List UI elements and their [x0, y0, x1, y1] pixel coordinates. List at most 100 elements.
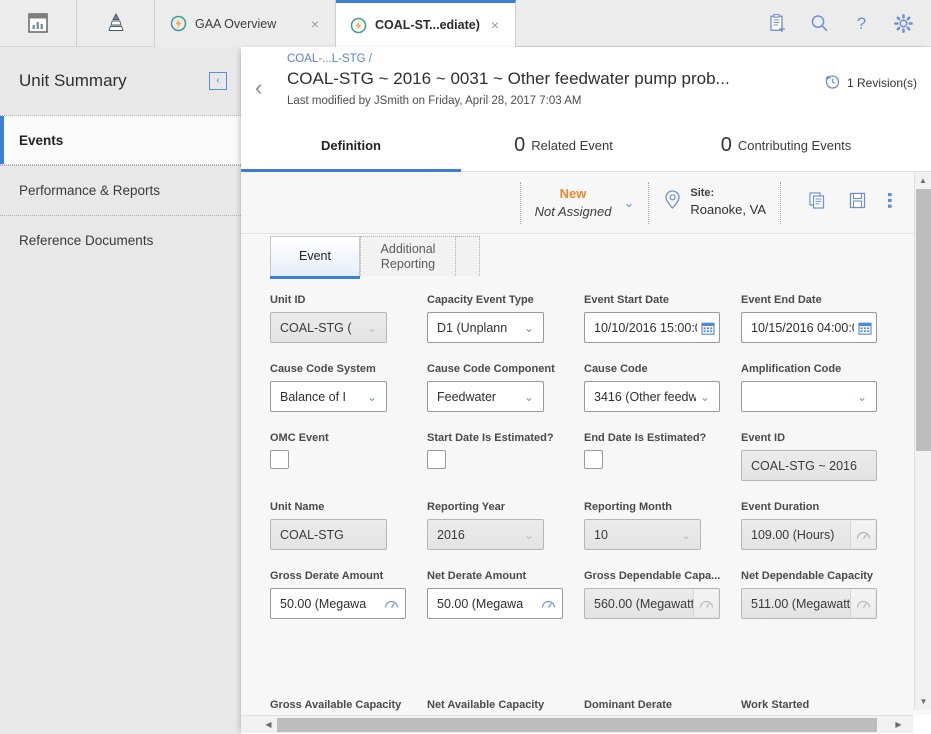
event-start-date-input[interactable]: 10/10/2016 15:00:00 — [584, 312, 720, 343]
start-date-estimated-checkbox[interactable] — [427, 450, 446, 469]
copy-icon[interactable] — [807, 190, 828, 216]
capacity-event-type-select[interactable]: D1 (Unplann ⌄ — [427, 312, 544, 343]
field-value: COAL-STG ( — [280, 320, 352, 335]
settings-icon[interactable] — [891, 11, 915, 35]
event-id-input[interactable]: COAL-STG ~ 2016 — [741, 450, 877, 481]
collapse-sidebar-button[interactable]: ‹ — [209, 72, 227, 90]
field-value: 2016 — [437, 527, 465, 542]
search-icon[interactable] — [807, 11, 831, 35]
chevron-down-icon[interactable]: ⌄ — [623, 195, 634, 211]
tab-related-event[interactable]: 0 Related Event — [461, 119, 666, 172]
chevron-down-icon[interactable]: ⌄ — [696, 390, 719, 404]
field-value: 10/10/2016 15:00:00 — [594, 320, 697, 335]
field-gross-derate-amount: Gross Derate Amount 50.00 (Megawa — [270, 570, 427, 619]
save-icon[interactable] — [847, 190, 868, 216]
record-status-bar: New Not Assigned ⌄ Site: Roanoke, VA — [241, 172, 931, 234]
sidebar-item-label: Performance & Reports — [19, 183, 161, 198]
last-modified-text: Last modified by JSmith on Friday, April… — [287, 95, 582, 107]
sub-tab-overflow[interactable] — [456, 236, 480, 276]
divider — [648, 181, 650, 224]
gross-dependable-capacity-input[interactable]: 560.00 (Megawatt — [584, 588, 720, 619]
tab-contributing-events[interactable]: 0 Contributing Events — [666, 119, 906, 172]
bolt-circle-icon — [170, 15, 187, 32]
calendar-icon[interactable] — [697, 321, 719, 335]
help-icon[interactable]: ? — [849, 11, 873, 35]
sidebar-header: Unit Summary ‹ — [0, 47, 241, 115]
net-dependable-capacity-input[interactable]: 511.00 (Megawatt — [741, 588, 877, 619]
sub-tab-line-2: Reporting — [380, 256, 436, 271]
vertical-scrollbar[interactable]: ▲ ▼ — [914, 172, 931, 710]
top-bar-actions: ? — [765, 0, 923, 46]
close-icon[interactable]: × — [489, 18, 501, 32]
chevron-down-icon[interactable]: ⌄ — [853, 390, 876, 404]
close-icon[interactable]: × — [309, 17, 321, 31]
left-sidebar: Unit Summary ‹ Events Performance & Repo… — [0, 47, 241, 734]
unit-gauge-icon[interactable] — [693, 590, 718, 617]
unit-gauge-icon[interactable] — [536, 590, 561, 617]
more-options-icon[interactable] — [887, 191, 893, 215]
unit-id-select[interactable]: COAL-STG ( ⌄ — [270, 312, 387, 343]
tab-definition[interactable]: Definition — [241, 119, 461, 173]
unit-gauge-icon[interactable] — [379, 590, 404, 617]
record-actions — [807, 190, 893, 216]
field-label: Dominant Derate — [584, 699, 673, 711]
field-omc-event: OMC Event — [270, 432, 427, 481]
sub-tab-additional-reporting[interactable]: Additional Reporting — [360, 236, 456, 276]
scroll-left-arrow-icon[interactable]: ◀ — [260, 716, 277, 733]
calendar-icon[interactable] — [854, 321, 876, 335]
omc-event-checkbox[interactable] — [270, 450, 289, 469]
sub-tab-event[interactable]: Event — [270, 236, 360, 279]
field-label: Event ID — [741, 432, 786, 444]
back-button[interactable]: ‹ — [255, 77, 262, 99]
cause-code-component-select[interactable]: Feedwater ⌄ — [427, 381, 544, 412]
amplification-code-select[interactable]: ⌄ — [741, 381, 877, 412]
cause-code-select[interactable]: 3416 (Other feedwa ⌄ — [584, 381, 720, 412]
partial-field-labels-row: Gross Available Capacity Net Available C… — [270, 699, 890, 711]
tab-coal-st-intermediate[interactable]: COAL-ST...ediate) × — [336, 0, 516, 47]
cause-code-system-select[interactable]: Balance of I ⌄ — [270, 381, 387, 412]
event-duration-input[interactable]: 109.00 (Hours) — [741, 519, 877, 550]
event-end-date-input[interactable]: 10/15/2016 04:00:00 — [741, 312, 877, 343]
horizontal-scrollbar[interactable]: ◀ ▶ — [241, 715, 931, 733]
chevron-down-icon[interactable]: ⌄ — [520, 390, 543, 404]
tab-gaa-overview[interactable]: GAA Overview × — [156, 0, 336, 47]
contributing-events-count: 0 — [720, 133, 732, 156]
breadcrumb[interactable]: COAL-...L-STG / — [287, 53, 372, 65]
end-date-estimated-checkbox[interactable] — [584, 450, 603, 469]
scroll-down-arrow-icon[interactable]: ▼ — [915, 693, 931, 710]
status-badge[interactable]: New Not Assigned — [535, 185, 612, 220]
reporting-year-select[interactable]: 2016 ⌄ — [427, 519, 544, 550]
pyramid-hierarchy-icon[interactable] — [78, 0, 155, 46]
chevron-down-icon[interactable]: ⌄ — [363, 390, 386, 404]
dashboard-chart-icon[interactable] — [0, 0, 77, 46]
unit-name-input[interactable]: COAL-STG — [270, 519, 387, 550]
pyramid-hierarchy-icon-svg — [108, 13, 124, 31]
field-label: Net Available Capacity — [427, 699, 545, 711]
new-record-icon[interactable] — [765, 11, 789, 35]
field-amplification-code: Amplification Code ⌄ — [741, 363, 898, 412]
reporting-month-select[interactable]: 10 ⌄ — [584, 519, 701, 550]
sidebar-item-performance-reports[interactable]: Performance & Reports — [0, 165, 241, 215]
top-bar: GAA Overview × COAL-ST...ediate) × ? — [0, 0, 931, 47]
unit-gauge-icon[interactable] — [850, 590, 875, 617]
field-label: Unit ID — [270, 294, 306, 306]
field-label: Cause Code Component — [427, 363, 555, 375]
scroll-up-arrow-icon[interactable]: ▲ — [915, 172, 931, 189]
field-label: Net Derate Amount — [427, 570, 527, 582]
field-capacity-event-type: Capacity Event Type D1 (Unplann ⌄ — [427, 294, 584, 343]
unit-gauge-icon[interactable] — [850, 521, 875, 548]
revisions-button[interactable]: 1 Revision(s) — [824, 73, 917, 93]
document-header: ‹ COAL-...L-STG / COAL-STG ~ 2016 ~ 0031… — [241, 47, 931, 119]
sub-tab-strip: Event Additional Reporting — [270, 234, 931, 279]
scroll-right-arrow-icon[interactable]: ▶ — [890, 716, 907, 733]
vertical-scroll-thumb[interactable] — [916, 189, 931, 451]
field-value: 10 — [594, 527, 608, 542]
horizontal-scroll-thumb[interactable] — [277, 718, 877, 732]
field-value: D1 (Unplann — [437, 320, 508, 335]
chevron-down-icon[interactable]: ⌄ — [520, 321, 543, 335]
field-event-duration: Event Duration 109.00 (Hours) — [741, 501, 898, 550]
sidebar-item-events[interactable]: Events — [0, 115, 241, 165]
gross-derate-amount-input[interactable]: 50.00 (Megawa — [270, 588, 406, 619]
sidebar-item-reference-documents[interactable]: Reference Documents — [0, 215, 241, 265]
net-derate-amount-input[interactable]: 50.00 (Megawa — [427, 588, 563, 619]
